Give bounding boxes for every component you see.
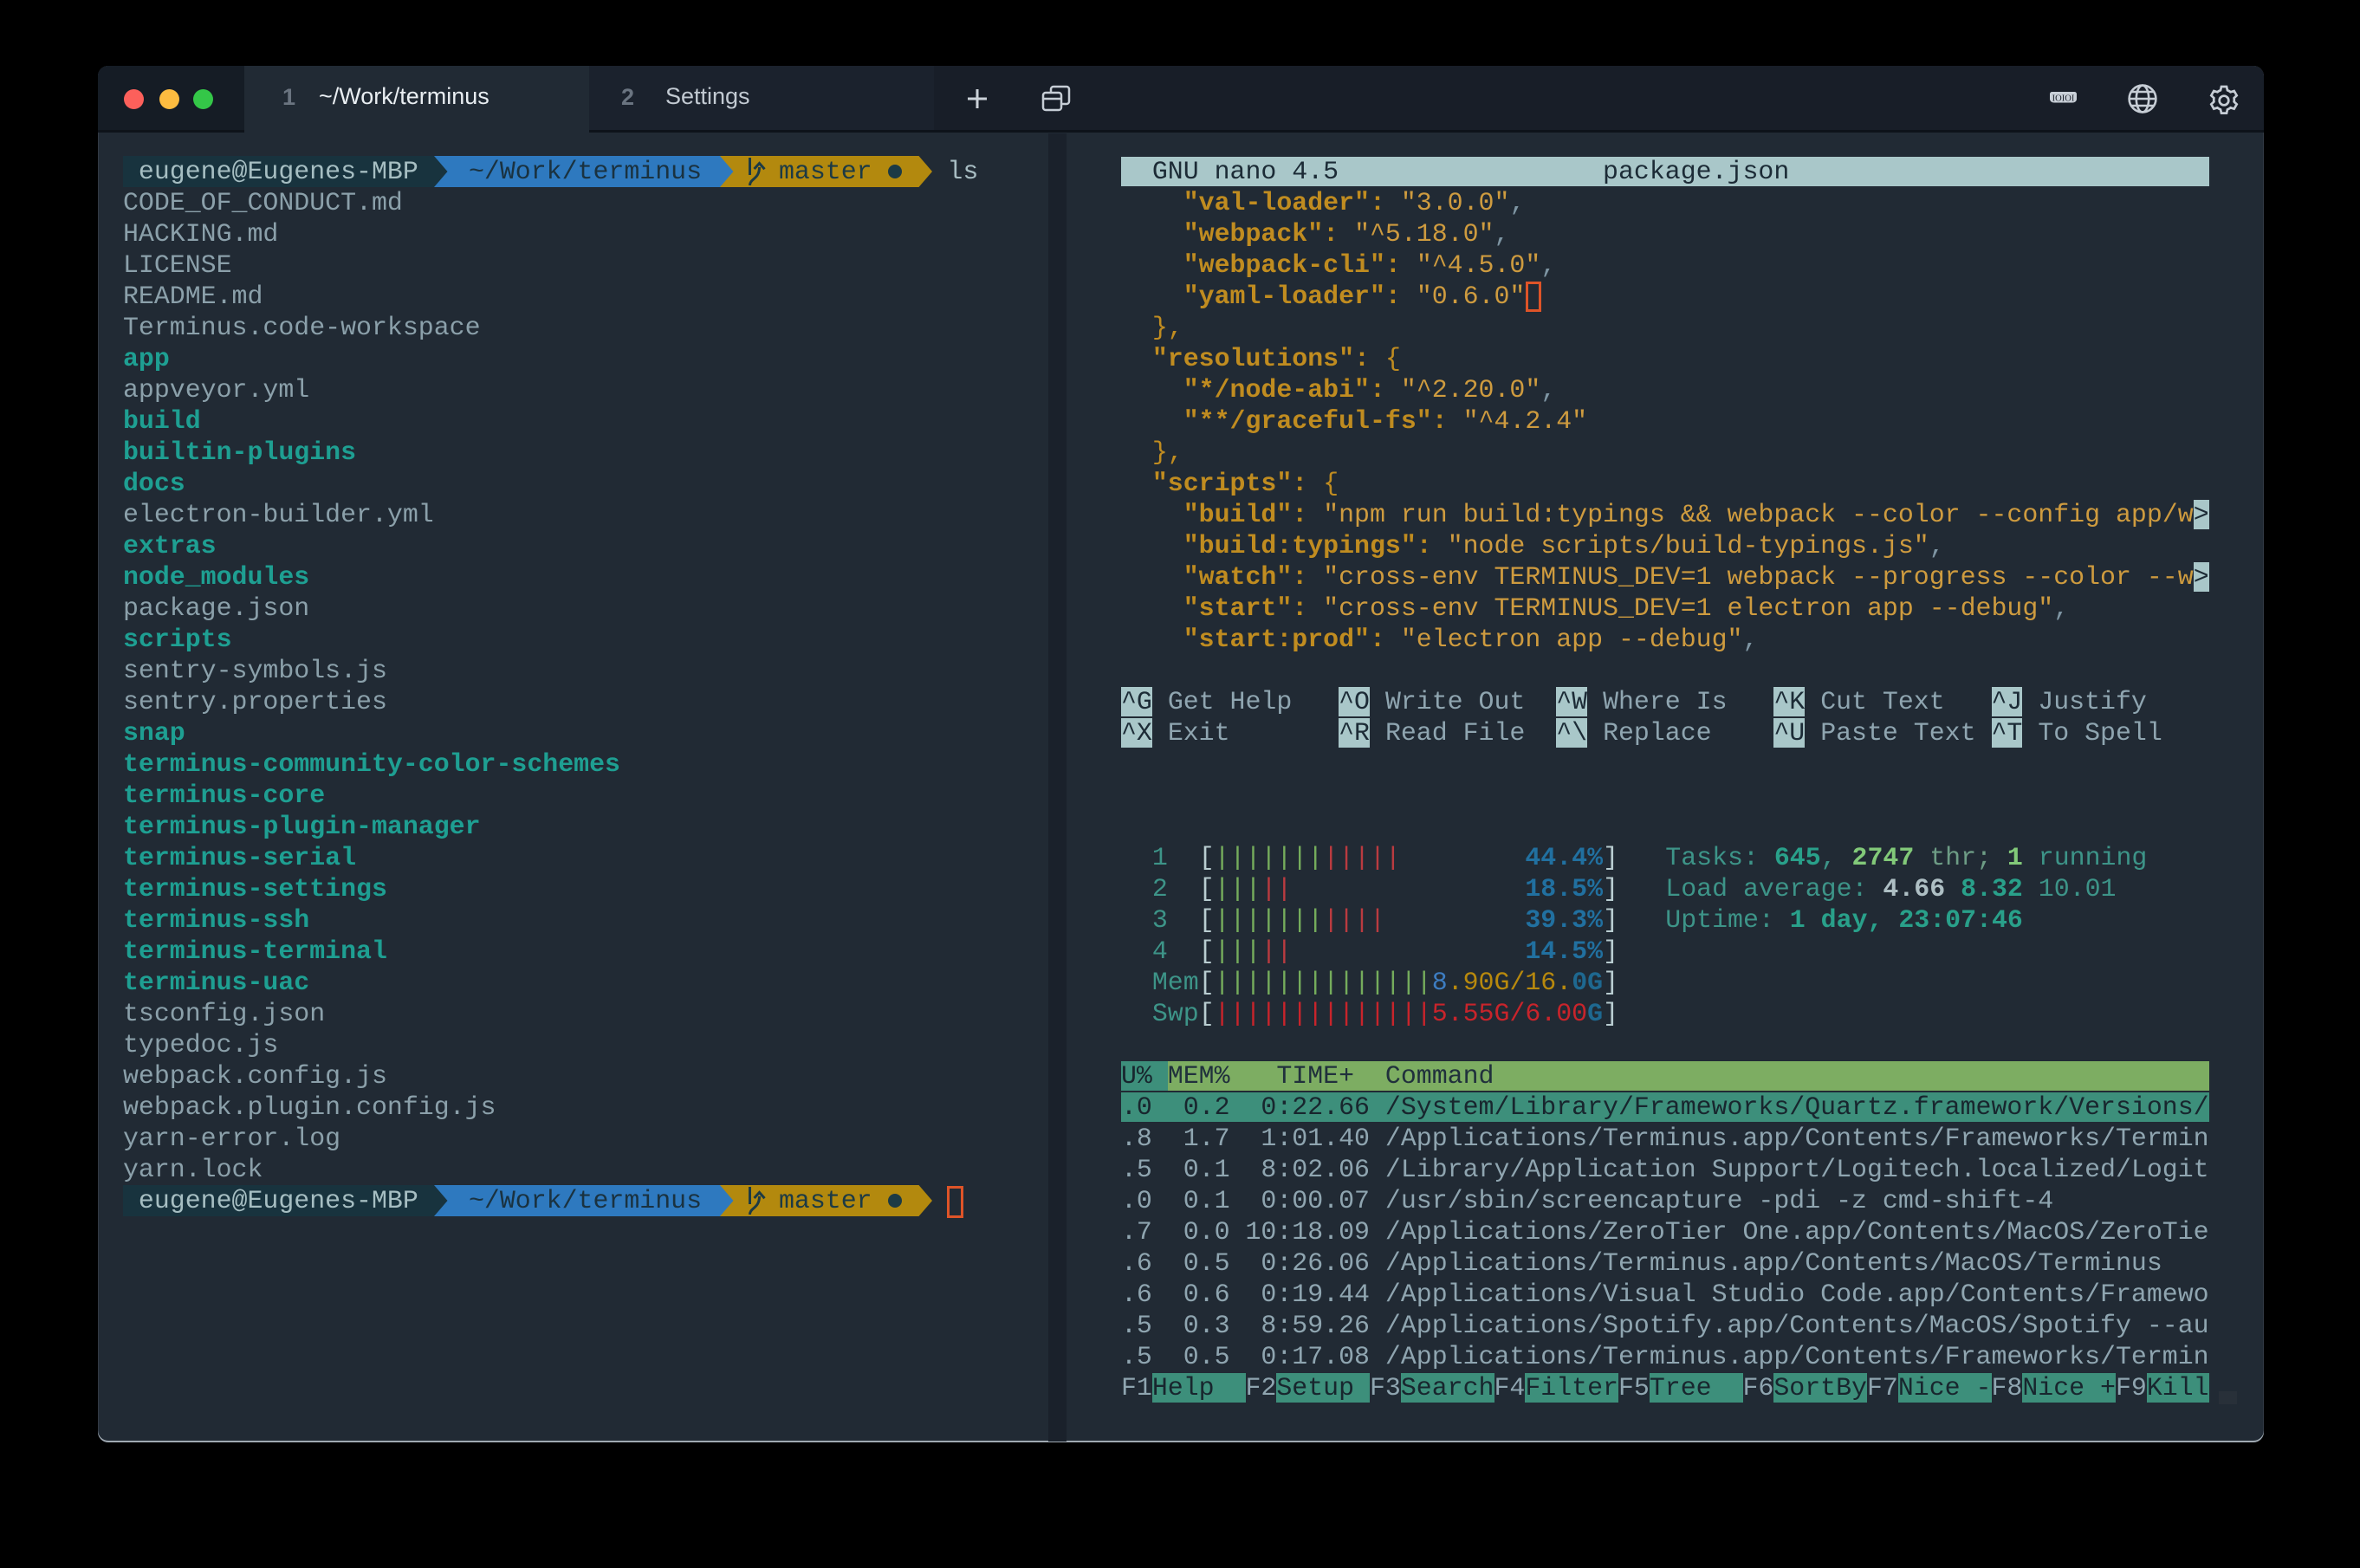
- svg-text:IOIOI: IOIOI: [2052, 94, 2075, 104]
